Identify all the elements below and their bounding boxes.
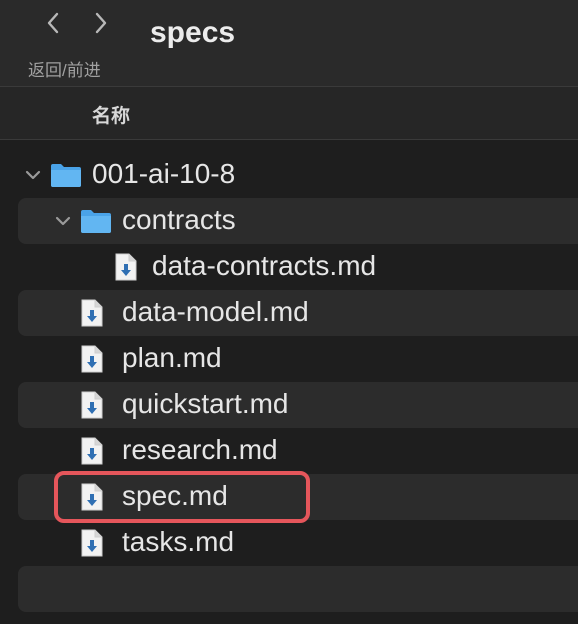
folder-row[interactable]: contracts [18, 198, 578, 244]
folder-icon [50, 162, 82, 193]
chevron-left-icon [47, 12, 59, 34]
item-label: research.md [122, 434, 278, 465]
file-row[interactable]: research.md [18, 428, 578, 474]
folder-icon [80, 208, 112, 239]
toolbar: 返回/前进 specs [0, 0, 578, 87]
chevron-right-icon [95, 12, 107, 34]
window-title: specs [150, 16, 236, 49]
folder-row[interactable]: 001-ai-10-8 [18, 152, 578, 198]
markdown-file-icon [114, 253, 138, 286]
chevron-down-icon[interactable] [54, 212, 72, 230]
markdown-file-icon [80, 483, 104, 516]
file-row[interactable]: plan.md [18, 336, 578, 382]
item-label: spec.md [122, 480, 228, 511]
chevron-down-icon[interactable] [24, 166, 42, 184]
item-label: 001-ai-10-8 [92, 158, 236, 189]
markdown-file-icon [80, 529, 104, 562]
item-label: plan.md [122, 342, 222, 373]
markdown-file-icon [80, 345, 104, 378]
markdown-file-icon [80, 299, 104, 332]
file-row[interactable]: data-contracts.md [18, 244, 578, 290]
item-label: tasks.md [122, 526, 235, 557]
file-row[interactable]: quickstart.md [18, 382, 578, 428]
item-label: contracts [122, 204, 236, 235]
nav-caption: 返回/前进 [28, 61, 101, 80]
item-label: data-model.md [122, 296, 309, 327]
file-row[interactable]: spec.md [18, 474, 578, 520]
markdown-file-icon [80, 391, 104, 424]
column-header: 名称 [0, 87, 578, 140]
item-label: quickstart.md [122, 388, 289, 419]
file-row[interactable]: data-model.md [18, 290, 578, 336]
empty-row [18, 566, 578, 612]
markdown-file-icon [80, 437, 104, 470]
forward-button[interactable] [86, 8, 116, 38]
file-list: 001-ai-10-8 contracts data-contracts.md dat… [0, 152, 578, 612]
item-label: data-contracts.md [152, 250, 377, 281]
file-row[interactable]: tasks.md [18, 520, 578, 566]
finder-window: 返回/前进 specs 名称 001-ai-10-8 contracts data-… [0, 0, 578, 624]
back-button[interactable] [38, 8, 68, 38]
column-header-name[interactable]: 名称 [92, 101, 130, 128]
